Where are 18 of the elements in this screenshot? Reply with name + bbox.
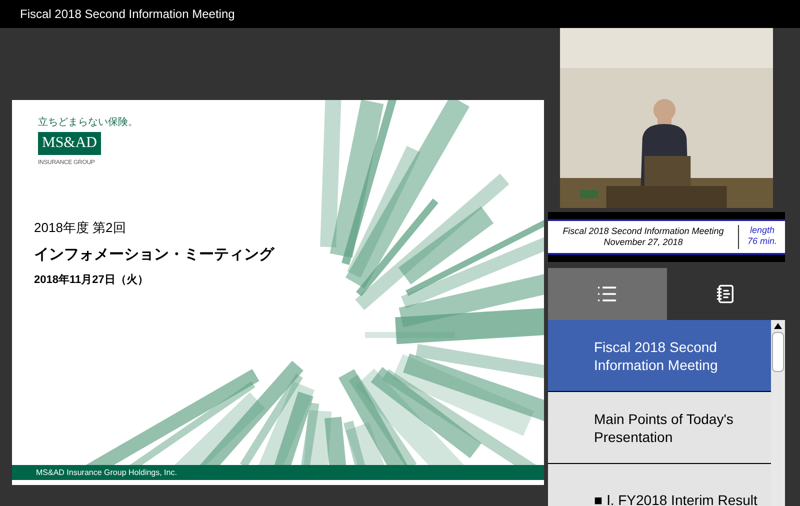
length-label: length [750, 225, 774, 236]
scrollbar[interactable] [771, 320, 785, 506]
notes-icon [716, 284, 736, 304]
scroll-thumb[interactable] [772, 332, 784, 372]
length-value: 76 min. [747, 236, 777, 248]
slide-date: 2018年11月27日（火） [34, 272, 150, 288]
tagline: 立ちどまらない保険。 [38, 118, 138, 128]
chapter-item[interactable]: ■ Ⅰ. FY2018 Interim Result [548, 464, 771, 506]
chapter-item[interactable]: Fiscal 2018 Second Information Meeting [548, 320, 771, 392]
logo: MS&AD [38, 132, 102, 155]
slide-title: インフォメーション・ミーティング [34, 244, 274, 264]
slide-subtitle: 2018年度 第2回 [34, 219, 127, 237]
footer-text: MS&AD Insurance Group Holdings, Inc. [36, 466, 177, 478]
chapter-item[interactable]: Main Points of Today's Presentation [548, 392, 771, 464]
scroll-up-icon[interactable] [774, 323, 782, 329]
window-title: Fiscal 2018 Second Information Meeting [20, 6, 235, 23]
caption-date: November 27, 2018 [604, 237, 683, 248]
caption-title: Fiscal 2018 Second Information Meeting [562, 226, 724, 237]
